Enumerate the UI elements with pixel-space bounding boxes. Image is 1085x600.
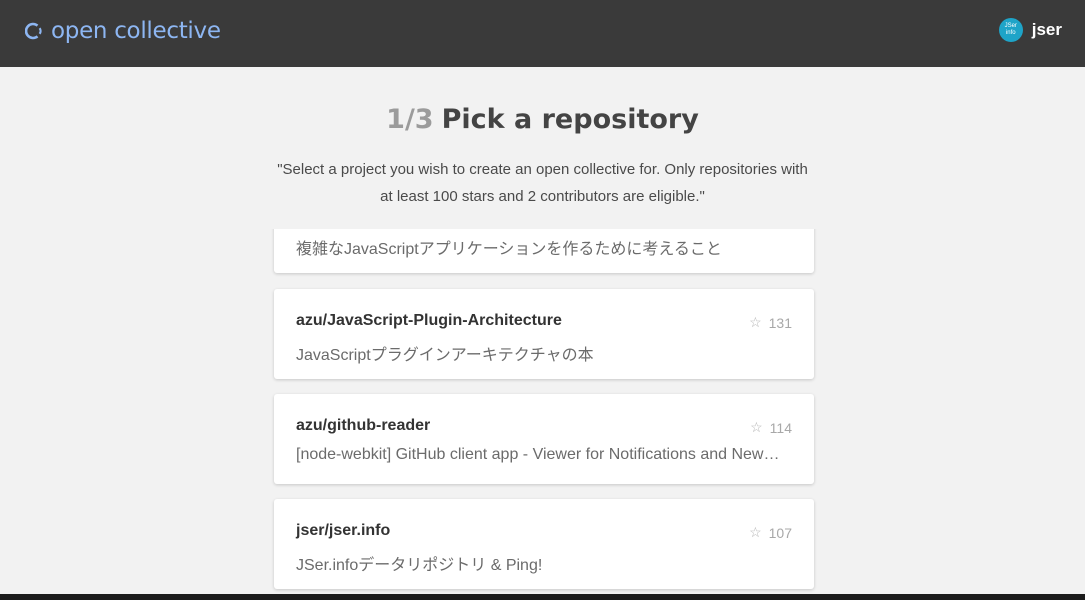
bottom-edge-bar <box>0 594 1085 600</box>
star-outline-icon: ☆ <box>749 314 762 330</box>
star-count: 107 <box>768 524 792 541</box>
repository-stars: ☆ 107 <box>749 524 792 541</box>
repository-description: JavaScriptプラグインアーキテクチャの本 <box>296 347 594 364</box>
repository-name: azu/github-reader <box>296 417 431 434</box>
username: jser <box>1031 20 1062 39</box>
repository-card[interactable]: azu/JavaScript-Plugin-Architecture ☆ 131… <box>274 289 814 379</box>
star-count: 131 <box>768 314 792 331</box>
repository-name: jser/jser.info <box>296 522 391 539</box>
avatar: JSer info <box>998 18 1023 42</box>
open-collective-logo[interactable]: open collective <box>25 14 221 48</box>
step-indicator: 1/3 <box>386 104 434 135</box>
repository-description: [node-webkit] GitHub client app - Viewer… <box>296 446 786 463</box>
repository-name: azu/JavaScript-Plugin-Architecture <box>296 312 562 329</box>
star-count: 114 <box>769 419 792 436</box>
star-outline-icon: ☆ <box>749 524 762 540</box>
page-title-text: Pick a repository <box>441 104 699 135</box>
repository-stars: ☆ 114 <box>750 419 792 436</box>
avatar-text-line2: info <box>1005 30 1016 36</box>
repository-stars: ☆ 131 <box>749 314 792 331</box>
top-navigation-bar: open collective JSer info jser <box>0 0 1085 67</box>
open-collective-logo-icon <box>25 22 42 40</box>
repository-list[interactable]: 複雑なJavaScriptアプリケーションを作るために考えること azu/Jav… <box>0 229 1085 594</box>
repository-description: 複雑なJavaScriptアプリケーションを作るために考えること <box>296 241 722 258</box>
repository-card[interactable]: azu/github-reader ☆ 114 [node-webkit] Gi… <box>274 394 814 484</box>
avatar-text-line1: JSer <box>1004 23 1017 29</box>
user-menu[interactable]: JSer info jser <box>998 18 1062 42</box>
logo-text: open collective <box>51 18 221 44</box>
star-outline-icon: ☆ <box>750 419 763 435</box>
repository-description: JSer.infoデータリポジトリ & Ping! <box>296 557 543 574</box>
page-title: 1/3 Pick a repository <box>0 104 1085 135</box>
repository-card[interactable]: jser/jser.info ☆ 107 JSer.infoデータリポジトリ &… <box>274 499 814 589</box>
repository-card[interactable]: 複雑なJavaScriptアプリケーションを作るために考えること <box>274 229 814 273</box>
page-subtitle: "Select a project you wish to create an … <box>277 161 808 205</box>
